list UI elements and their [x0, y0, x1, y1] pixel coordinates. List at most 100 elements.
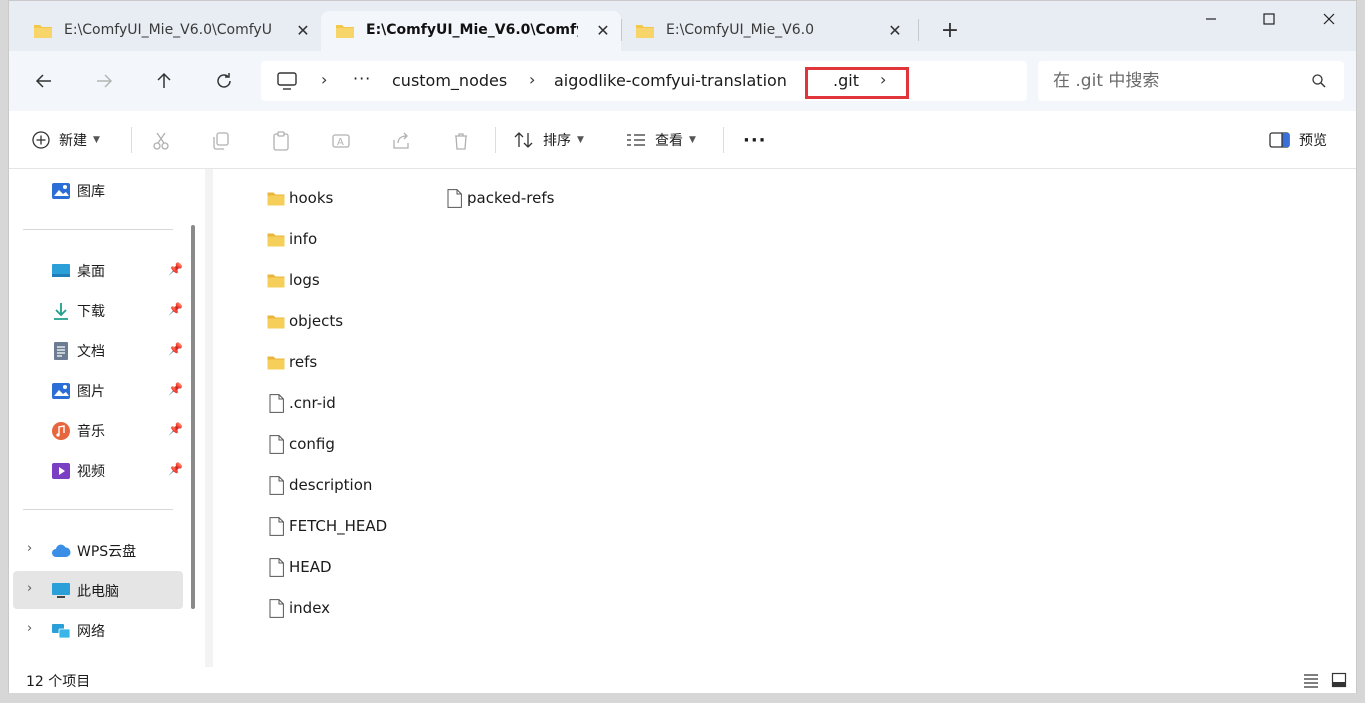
preview-label: 预览: [1299, 133, 1327, 149]
chevron-right-icon[interactable]: ›: [27, 621, 32, 636]
close-icon[interactable]: ✕: [293, 21, 313, 41]
tab-3[interactable]: E:\ComfyUI_Mie_V6.0 ✕: [621, 11, 917, 51]
close-window-button[interactable]: [1299, 1, 1359, 37]
file-icon: [267, 434, 285, 454]
minimize-button[interactable]: [1181, 1, 1241, 37]
preview-button[interactable]: 预览: [1269, 127, 1327, 153]
breadcrumb-item[interactable]: aigodlike-comfyui-translation: [554, 71, 787, 90]
pin-icon[interactable]: 📌: [168, 262, 183, 276]
sort-button[interactable]: 排序 ▼: [513, 127, 584, 153]
paste-icon[interactable]: [269, 129, 293, 153]
breadcrumb-chevron[interactable]: ›: [880, 70, 886, 89]
chevron-right-icon[interactable]: ›: [27, 581, 32, 596]
close-icon[interactable]: ✕: [593, 21, 613, 41]
back-button[interactable]: [30, 67, 58, 95]
chevron-right-icon[interactable]: ›: [27, 541, 32, 556]
file-name: HEAD: [289, 558, 332, 576]
file-item[interactable]: index: [267, 597, 330, 619]
sidebar-item-videos[interactable]: 视频 📌: [13, 451, 183, 489]
tab-1[interactable]: E:\ComfyUI_Mie_V6.0\ComfyUI\ ✕: [19, 11, 311, 51]
file-item[interactable]: HEAD: [267, 556, 332, 578]
folder-icon: [267, 230, 285, 248]
file-name: description: [289, 476, 373, 494]
folder-icon: [636, 25, 654, 38]
search-box[interactable]: [1038, 61, 1344, 101]
search-icon: [1312, 73, 1326, 92]
chevron-down-icon: ▼: [689, 135, 696, 145]
folder-item[interactable]: info: [267, 228, 317, 250]
chevron-down-icon: ▼: [93, 135, 100, 145]
sidebar-item-documents[interactable]: 文档 📌: [13, 331, 183, 369]
item-count: 12 个项目: [26, 674, 91, 690]
up-button[interactable]: [150, 67, 178, 95]
file-item[interactable]: FETCH_HEAD: [267, 515, 387, 537]
more-button[interactable]: ···: [743, 127, 767, 153]
music-icon: [52, 422, 70, 440]
breadcrumb-overflow[interactable]: ···: [353, 69, 371, 88]
breadcrumb-item[interactable]: custom_nodes: [392, 71, 507, 90]
sidebar-item-pictures[interactable]: 图片 📌: [13, 371, 183, 409]
folder-item[interactable]: logs: [267, 269, 320, 291]
sidebar-item-label: 文档: [77, 344, 105, 360]
address-row: › ··· custom_nodes › aigodlike-comfyui-t…: [9, 51, 1356, 111]
view-label: 查看: [655, 133, 683, 149]
tab-bar: E:\ComfyUI_Mie_V6.0\ComfyUI\ ✕ E:\ComfyU…: [9, 1, 1356, 51]
refresh-button[interactable]: [210, 67, 238, 95]
tiles-view-icon[interactable]: [1331, 672, 1347, 688]
search-input[interactable]: [1053, 71, 1303, 91]
tab-title: E:\ComfyUI_Mie_V6.0\ComfyUI\: [64, 22, 272, 38]
file-item[interactable]: .cnr-id: [267, 392, 336, 414]
new-tab-button[interactable]: +: [937, 19, 963, 45]
sidebar-item-wps-cloud[interactable]: › WPS云盘: [13, 531, 183, 569]
plus-circle-icon: [32, 131, 50, 149]
sidebar-item-network[interactable]: › 网络: [13, 611, 183, 649]
close-icon: [1323, 13, 1335, 25]
close-icon[interactable]: ✕: [885, 21, 905, 41]
file-name: config: [289, 435, 335, 453]
share-icon[interactable]: [389, 129, 413, 153]
cut-icon[interactable]: [149, 129, 173, 153]
file-item[interactable]: packed-refs: [445, 187, 554, 209]
sidebar-scrollbar[interactable]: [191, 225, 195, 609]
folder-item[interactable]: objects: [267, 310, 343, 332]
rename-icon[interactable]: A: [329, 129, 353, 153]
arrow-left-icon: [35, 74, 51, 88]
sort-icon: [514, 132, 533, 148]
view-button[interactable]: 查看 ▼: [625, 127, 696, 153]
svg-text:A: A: [337, 137, 344, 148]
tab-2[interactable]: E:\ComfyUI_Mie_V6.0\ComfyU ✕: [321, 11, 621, 51]
file-item[interactable]: config: [267, 433, 335, 455]
details-view-icon[interactable]: [1303, 672, 1319, 688]
delete-icon[interactable]: [449, 129, 473, 153]
pin-icon[interactable]: 📌: [168, 462, 183, 476]
gallery-icon: [52, 183, 70, 199]
maximize-button[interactable]: [1239, 1, 1299, 37]
new-button[interactable]: 新建 ▼: [31, 127, 100, 153]
sidebar-item-label: 图片: [77, 384, 105, 400]
sidebar-item-this-pc[interactable]: › 此电脑: [13, 571, 183, 609]
folder-item[interactable]: refs: [267, 351, 317, 373]
address-bar[interactable]: › ··· custom_nodes › aigodlike-comfyui-t…: [261, 61, 1027, 101]
chevron-down-icon: ▼: [577, 135, 584, 145]
sidebar-item-label: 图库: [77, 184, 105, 200]
sidebar-item-downloads[interactable]: 下载 📌: [13, 291, 183, 329]
pin-icon[interactable]: 📌: [168, 422, 183, 436]
pin-icon[interactable]: 📌: [168, 382, 183, 396]
sidebar-item-label: 视频: [77, 464, 105, 480]
forward-button[interactable]: [90, 67, 118, 95]
sidebar-item-gallery[interactable]: 图库: [13, 171, 183, 209]
breadcrumb-current[interactable]: .git: [833, 71, 859, 90]
file-name: objects: [289, 312, 344, 330]
divider: [23, 509, 173, 510]
pin-icon[interactable]: 📌: [168, 342, 183, 356]
pin-icon[interactable]: 📌: [168, 302, 183, 316]
file-name: .cnr-id: [289, 394, 336, 412]
sidebar-item-desktop[interactable]: 桌面 📌: [13, 251, 183, 289]
sidebar-item-label: 此电脑: [77, 584, 119, 600]
file-item[interactable]: description: [267, 474, 372, 496]
folder-icon: [267, 189, 285, 207]
copy-icon[interactable]: [209, 129, 233, 153]
folder-item[interactable]: hooks: [267, 187, 333, 209]
sidebar-item-music[interactable]: 音乐 📌: [13, 411, 183, 449]
file-name: index: [289, 599, 331, 617]
